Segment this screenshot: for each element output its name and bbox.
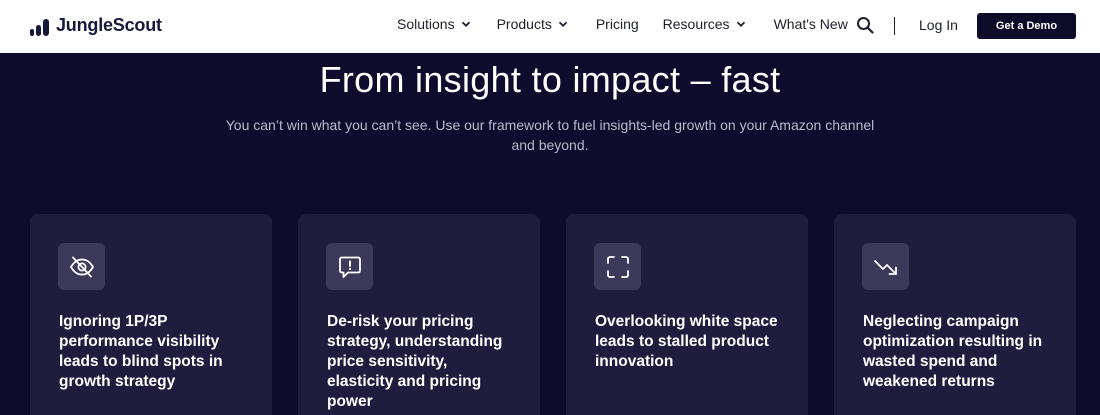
frame-corners-icon [606, 255, 629, 278]
challenge-card: Neglecting campaign optimization resulti… [834, 214, 1076, 415]
main-nav: Solutions Products Pricing Resources Wha… [397, 16, 848, 32]
nav-item-label: Solutions [397, 16, 455, 32]
get-demo-button[interactable]: Get a Demo [977, 13, 1076, 39]
nav-item-products[interactable]: Products [497, 16, 568, 32]
nav-item-pricing[interactable]: Pricing [596, 16, 639, 32]
hero-title: From insight to impact – fast [319, 59, 781, 100]
chevron-down-icon [558, 21, 567, 27]
card-text: Ignoring 1P/3P performance visibility le… [59, 313, 223, 390]
top-navbar: JungleScout Solutions Products Pricing R… [0, 0, 1100, 53]
nav-item-solutions[interactable]: Solutions [397, 16, 471, 32]
card-text: Overlooking white space leads to stalled… [595, 313, 778, 370]
login-link[interactable]: Log In [919, 17, 958, 33]
alert-message-icon [338, 256, 361, 278]
nav-item-resources[interactable]: Resources [663, 16, 746, 32]
logo-icon [30, 16, 49, 36]
nav-item-label: Pricing [595, 16, 639, 32]
nav-item-whats-new[interactable]: What's New [774, 16, 848, 32]
card-icon-container [594, 243, 641, 290]
eye-off-icon [69, 256, 94, 277]
card-icon-container [326, 243, 373, 290]
challenge-card: Ignoring 1P/3P performance visibility le… [30, 214, 272, 415]
hero-subtitle: You can’t win what you can’t see. Use ou… [225, 117, 875, 153]
card-icon-container [58, 243, 105, 290]
chevron-down-icon [461, 21, 470, 27]
card-text: De-risk your pricing strategy, understan… [327, 313, 503, 410]
nav-item-label: What's New [773, 16, 848, 32]
nav-divider [894, 17, 895, 35]
challenge-card: Overlooking white space leads to stalled… [566, 214, 808, 415]
search-icon[interactable] [856, 16, 874, 34]
brand-logo[interactable]: JungleScout [30, 15, 162, 36]
challenge-card: De-risk your pricing strategy, understan… [298, 214, 540, 415]
hero-section: From insight to impact – fast You can’t … [0, 53, 1100, 415]
nav-item-label: Resources [662, 16, 730, 32]
nav-item-label: Products [496, 16, 552, 32]
card-text: Neglecting campaign optimization resulti… [863, 313, 1043, 390]
trending-down-icon [873, 259, 897, 275]
card-icon-container [862, 243, 909, 290]
brand-name: JungleScout [56, 15, 162, 35]
chevron-down-icon [736, 21, 745, 27]
